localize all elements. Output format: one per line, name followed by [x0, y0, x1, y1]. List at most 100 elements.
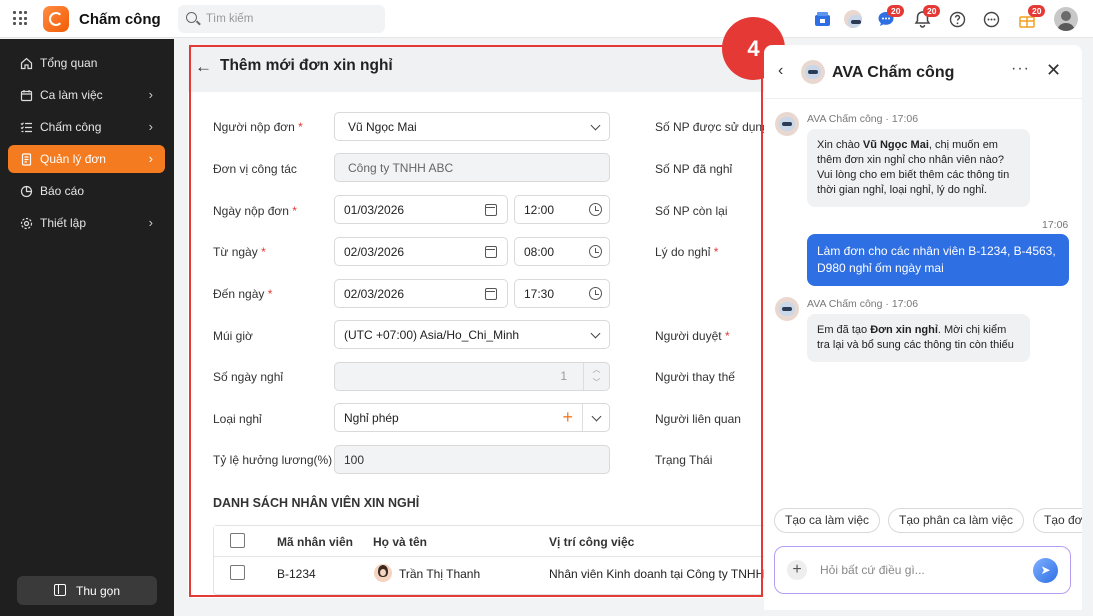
submit-time-picker[interactable]: 12:00	[514, 195, 610, 224]
help-icon[interactable]	[947, 9, 967, 29]
related-label: Người liên quan	[655, 412, 741, 426]
table-header: Mã nhân viên Họ và tên Vị trí công việc	[214, 526, 764, 557]
store-icon[interactable]	[812, 9, 832, 29]
to-date-label: Đến ngày *	[213, 287, 273, 301]
more-icon[interactable]: ···	[1011, 60, 1030, 78]
sidebar-item-timekeeping[interactable]: Chấm công ›	[8, 113, 165, 141]
employee-name: Trần Thị Thanh	[399, 567, 481, 581]
np-taken-label: Số NP đã nghỉ	[655, 162, 733, 176]
close-icon[interactable]: ✕	[1046, 60, 1061, 81]
sidebar-item-label: Tổng quan	[40, 56, 98, 70]
bot-avatar	[775, 297, 799, 321]
collapse-label: Thu gọn	[76, 584, 121, 598]
back-arrow-icon[interactable]: ←	[195, 57, 212, 77]
applicant-select[interactable]: Vũ Ngọc Mai	[334, 112, 610, 141]
reason-label: Lý do nghỉ *	[655, 245, 719, 259]
applicant-label: Người nộp đơn *	[213, 120, 303, 134]
salary-rate-label: Tỷ lệ hưởng lương(%)	[213, 453, 333, 467]
sidebar-item-label: Thiết lập	[40, 216, 87, 230]
more-options-icon[interactable]	[981, 9, 1001, 29]
add-leave-type-icon[interactable]: +	[562, 407, 573, 428]
timezone-select[interactable]: (UTC +07:00) Asia/Ho_Chi_Minh	[334, 320, 610, 349]
leave-type-dropdown-toggle	[582, 404, 609, 431]
suggestion-chip[interactable]: Tạo ca làm việc	[774, 508, 881, 533]
message-meta: AVA Chấm công · 17:06	[807, 298, 919, 310]
bot-message: Em đã tạo Đơn xin nghỉ. Mời chị kiểm tra…	[807, 314, 1030, 362]
chat-header: ‹ AVA Chấm công ··· ✕	[764, 45, 1082, 99]
clock-icon	[589, 287, 602, 300]
timezone-label: Múi giờ	[213, 329, 253, 343]
sidebar-item-label: Báo cáo	[40, 184, 85, 198]
suggestion-chip[interactable]: Tạo phân ca làm việc	[888, 508, 1025, 533]
to-time-picker[interactable]: 17:30	[514, 279, 610, 308]
chevron-down-icon	[590, 120, 601, 131]
row-checkbox[interactable]	[230, 565, 245, 580]
select-all-checkbox[interactable]	[230, 533, 245, 548]
search-input[interactable]: Tìm kiếm	[178, 5, 385, 33]
np-allowed-label: Số NP được sử dụng	[655, 120, 764, 134]
message-meta: AVA Chấm công · 17:06	[807, 113, 919, 125]
chevron-right-icon: ›	[148, 87, 153, 102]
status-label: Trạng Thái	[655, 453, 713, 467]
employee-table: Mã nhân viên Họ và tên Vị trí công việc …	[213, 525, 764, 595]
suggestion-chip[interactable]: Tạo đơn	[1033, 508, 1082, 533]
to-date-picker[interactable]: 02/03/2026	[334, 279, 508, 308]
bot-avatar-icon[interactable]	[843, 9, 863, 29]
sidebar-item-settings[interactable]: Thiết lập ›	[8, 209, 165, 237]
from-date-picker[interactable]: 02/03/2026	[334, 237, 508, 266]
from-date-label: Từ ngày *	[213, 245, 266, 259]
message-time: 17:06	[1042, 219, 1069, 231]
clock-icon	[589, 245, 602, 258]
leave-type-select[interactable]: Nghỉ phép +	[334, 403, 610, 432]
user-message: Làm đơn cho các nhân viên B-1234, B-4563…	[807, 234, 1069, 286]
home-icon	[19, 56, 33, 70]
sidebar-item-requests[interactable]: Quản lý đơn ›	[8, 145, 165, 173]
bell-icon[interactable]: 20	[912, 5, 941, 29]
chat-icon[interactable]: 20	[876, 5, 905, 29]
unit-label: Đơn vị công tác	[213, 162, 297, 176]
app-name: Chấm công	[79, 11, 161, 28]
chat-input[interactable]: + Hỏi bất cứ điều gì... ➤	[774, 546, 1071, 594]
gear-icon	[19, 216, 33, 230]
column-header: Họ và tên	[373, 535, 428, 549]
send-icon[interactable]: ➤	[1033, 558, 1058, 583]
chat-panel: ‹ AVA Chấm công ··· ✕ AVA Chấm công · 17…	[764, 45, 1082, 610]
chevron-left-icon[interactable]: ‹	[778, 62, 783, 80]
bot-avatar	[801, 60, 825, 84]
search-placeholder: Tìm kiếm	[206, 13, 254, 25]
calendar-icon	[19, 88, 33, 102]
sidebar: Tổng quan Ca làm việc › Chấm công › Quản…	[0, 39, 174, 616]
chat-input-placeholder: Hỏi bất cứ điều gì...	[820, 563, 925, 577]
sidebar-item-reports[interactable]: Báo cáo	[8, 177, 165, 205]
sidebar-item-shifts[interactable]: Ca làm việc ›	[8, 81, 165, 109]
np-remaining-label: Số NP còn lại	[655, 204, 728, 218]
chevron-right-icon: ›	[148, 119, 153, 134]
calendar-icon	[485, 204, 497, 216]
calendar-icon	[485, 246, 497, 258]
chevron-down-icon	[591, 411, 602, 422]
from-time-picker[interactable]: 08:00	[514, 237, 610, 266]
apps-grid-icon[interactable]	[13, 11, 27, 25]
document-icon	[19, 152, 33, 166]
sidebar-item-overview[interactable]: Tổng quan	[8, 49, 165, 77]
search-icon	[186, 12, 197, 23]
collapse-button[interactable]: Thu gọn	[17, 576, 157, 605]
gift-icon[interactable]: 20	[1017, 5, 1046, 29]
unit-field: Công ty TNHH ABC	[334, 153, 610, 182]
submit-date-picker[interactable]: 01/03/2026	[334, 195, 508, 224]
sidebar-item-label: Chấm công	[40, 120, 102, 134]
approver-label: Người duyệt *	[655, 329, 730, 343]
pie-chart-icon	[19, 184, 33, 198]
chevron-down-icon	[590, 328, 601, 339]
chat-badge: 20	[887, 5, 905, 17]
bell-badge: 20	[923, 5, 941, 17]
user-avatar[interactable]	[1054, 7, 1078, 31]
employee-position: Nhân viên Kinh doanh tại Công ty TNHH	[549, 567, 764, 581]
clock-icon	[589, 203, 602, 216]
gift-badge: 20	[1028, 5, 1046, 17]
page-header: ← Thêm mới đơn xin nghỉ	[188, 45, 764, 92]
days-off-label: Số ngày nghỉ	[213, 370, 284, 384]
column-header: Vị trí công việc	[549, 535, 635, 549]
plus-icon[interactable]: +	[787, 560, 807, 580]
sidebar-item-label: Quản lý đơn	[40, 152, 106, 166]
